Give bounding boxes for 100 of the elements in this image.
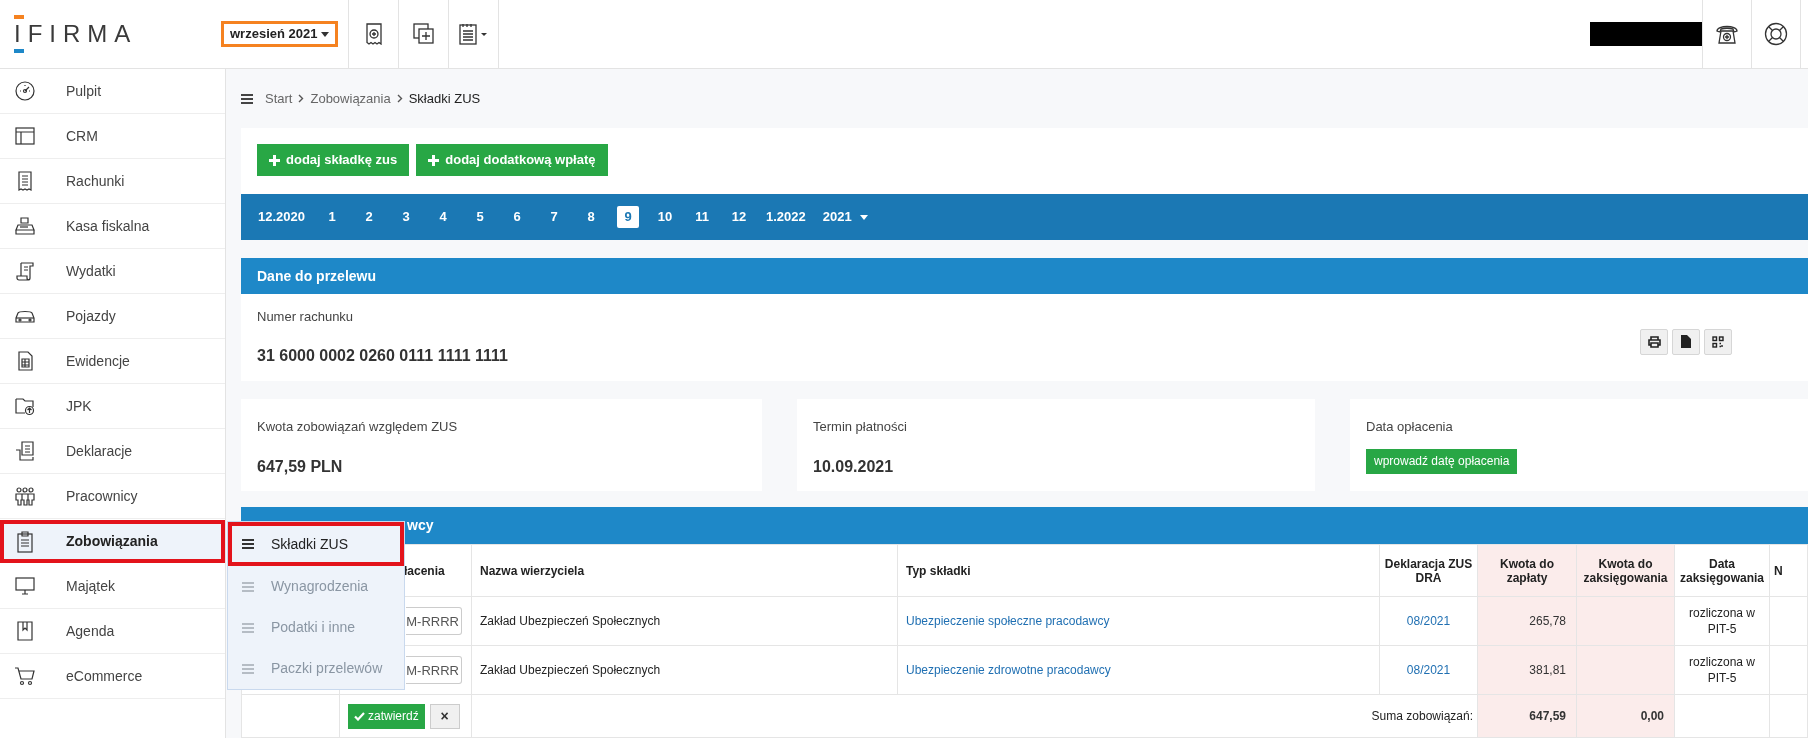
chevron-right-icon (298, 94, 305, 103)
sidebar-item[interactable]: Zobowiązania (0, 520, 225, 563)
print-button[interactable] (1640, 328, 1668, 355)
table-cell: rozliczona w PIT-5 (1689, 606, 1755, 636)
lifebuoy-icon[interactable] (1764, 22, 1788, 46)
menu-icon[interactable] (241, 93, 253, 104)
date-input[interactable]: M-RRRR (406, 607, 462, 635)
scroll-icon (14, 260, 36, 282)
confirm-button[interactable]: zatwierdź (348, 703, 425, 729)
period-dropdown[interactable]: wrzesień 2021 (221, 21, 339, 47)
contribution-link[interactable]: Ubezpieczenie społeczne pracodawcy (906, 614, 1110, 628)
declaration-link[interactable]: 08/2021 (1406, 614, 1451, 628)
breadcrumb-link[interactable]: Start (265, 88, 293, 109)
column-header: Kwota do zaksięgowania (1583, 556, 1668, 585)
sidebar-item[interactable]: JPK (0, 384, 225, 429)
menu-icon (242, 539, 254, 549)
sidebar-item[interactable]: Wydatki (0, 249, 225, 294)
column-header: Data zaksięgowania (1679, 556, 1764, 585)
add-button[interactable]: dodaj dodatkową wpłatę (416, 144, 608, 176)
field-value: 647,59 PLN (257, 456, 343, 477)
sidebar-item[interactable]: Pracownicy (0, 474, 225, 519)
field-label: Numer rachunku (257, 307, 354, 326)
column-header: Kwota do zapłaty (1500, 556, 1554, 585)
document-button[interactable] (1672, 328, 1700, 355)
breadcrumb-link[interactable]: Zobowiązania (310, 88, 391, 109)
print-icon (1647, 335, 1661, 348)
sidebar-item[interactable]: Deklaracje (0, 429, 225, 474)
phone-icon[interactable] (1715, 23, 1739, 45)
receipt-plus-icon[interactable] (364, 23, 383, 45)
cart-icon (14, 665, 36, 687)
month-tab[interactable]: 1.2022 (765, 206, 807, 228)
sidebar-item[interactable]: Majątek (0, 564, 225, 609)
sidebar-item[interactable]: Agenda (0, 609, 225, 654)
field-label: Termin płatności (813, 418, 907, 436)
breadcrumb-current: Składki ZUS (408, 89, 481, 108)
month-tab[interactable]: 2 (358, 206, 380, 228)
column-header: N (1774, 563, 1783, 578)
sidebar-item[interactable]: eCommerce (0, 654, 225, 699)
sum-value: 0,00 (1640, 709, 1664, 723)
table-cell: Zakład Ubezpieczeń Społecznych (480, 663, 661, 677)
contribution-link[interactable]: Ubezpieczenie zdrowotne pracodawcy (906, 663, 1111, 677)
column-header: łacenia (404, 563, 445, 578)
month-tab[interactable]: 4 (432, 206, 454, 228)
month-tab[interactable]: 1 (321, 206, 343, 228)
documents-icon (14, 440, 36, 462)
menu-icon (242, 622, 254, 633)
copy-plus-icon[interactable] (412, 23, 435, 45)
clipboard-icon (14, 530, 36, 553)
field-label: Data opłacenia (1366, 418, 1453, 436)
month-tab[interactable]: 6 (506, 206, 528, 228)
field-value: 10.09.2021 (813, 456, 894, 477)
account-number: 31 6000 0002 0260 0111 1111 1111 (257, 346, 508, 367)
month-tab[interactable]: 8 (580, 206, 602, 228)
month-tab[interactable]: 5 (469, 206, 491, 228)
layout-icon (14, 125, 36, 147)
table-cell: 265,78 (1529, 614, 1566, 628)
month-tab[interactable]: 10 (654, 206, 676, 228)
table-cell: rozliczona w PIT-5 (1689, 655, 1755, 685)
table-cell: 381,81 (1529, 663, 1566, 677)
month-tab[interactable]: 11 (691, 206, 713, 228)
cash-register-icon (14, 215, 36, 237)
month-tab[interactable]: 3 (395, 206, 417, 228)
declaration-link[interactable]: 08/2021 (1406, 663, 1451, 677)
check-icon (354, 711, 365, 721)
submenu-item[interactable]: Wynagrodzenia (228, 566, 404, 607)
sum-value: 647,59 (1529, 709, 1566, 723)
year-dropdown[interactable]: 2021 (821, 206, 869, 228)
cancel-button[interactable]: × (429, 703, 460, 729)
sidebar-item[interactable]: Pulpit (0, 69, 225, 114)
menu-icon (242, 663, 254, 674)
logo: IFIRMA (14, 15, 138, 53)
month-tab[interactable]: 7 (543, 206, 565, 228)
chevron-right-icon (396, 94, 403, 103)
plus-icon (269, 154, 280, 166)
caret-icon (321, 31, 330, 37)
sidebar-item[interactable]: Ewidencje (0, 339, 225, 384)
sidebar-item[interactable]: Pojazdy (0, 294, 225, 339)
payment-date-button[interactable]: wprowadź datę opłacenia (1366, 448, 1518, 474)
column-header: Typ składki (906, 563, 971, 578)
people-icon (14, 485, 36, 507)
plus-icon (428, 154, 440, 166)
folder-upload-icon (14, 395, 36, 417)
qr-code-button[interactable] (1704, 328, 1732, 355)
add-button[interactable]: dodaj składkę zus (257, 144, 410, 176)
submenu-item[interactable]: Składki ZUS (228, 522, 404, 566)
sidebar-item[interactable]: CRM (0, 114, 225, 159)
qr-code-icon (1712, 335, 1724, 348)
month-tab[interactable]: 12.2020 (257, 206, 306, 228)
field-label: Kwota zobowiązań względem ZUS (257, 418, 458, 436)
notepad-dropdown-icon[interactable] (458, 23, 489, 45)
month-tab[interactable]: 9 (617, 206, 639, 228)
panel-title: wcy (407, 516, 434, 535)
month-tab[interactable]: 12 (728, 206, 750, 228)
date-input[interactable]: M-RRRR (406, 656, 462, 684)
submenu-item[interactable]: Podatki i inne (228, 607, 404, 648)
sidebar-item[interactable]: Kasa fiskalna (0, 204, 225, 249)
sidebar-item[interactable]: Rachunki (0, 159, 225, 204)
monitor-icon (14, 575, 36, 597)
document-icon (1681, 335, 1691, 348)
notebook-icon (14, 620, 36, 642)
